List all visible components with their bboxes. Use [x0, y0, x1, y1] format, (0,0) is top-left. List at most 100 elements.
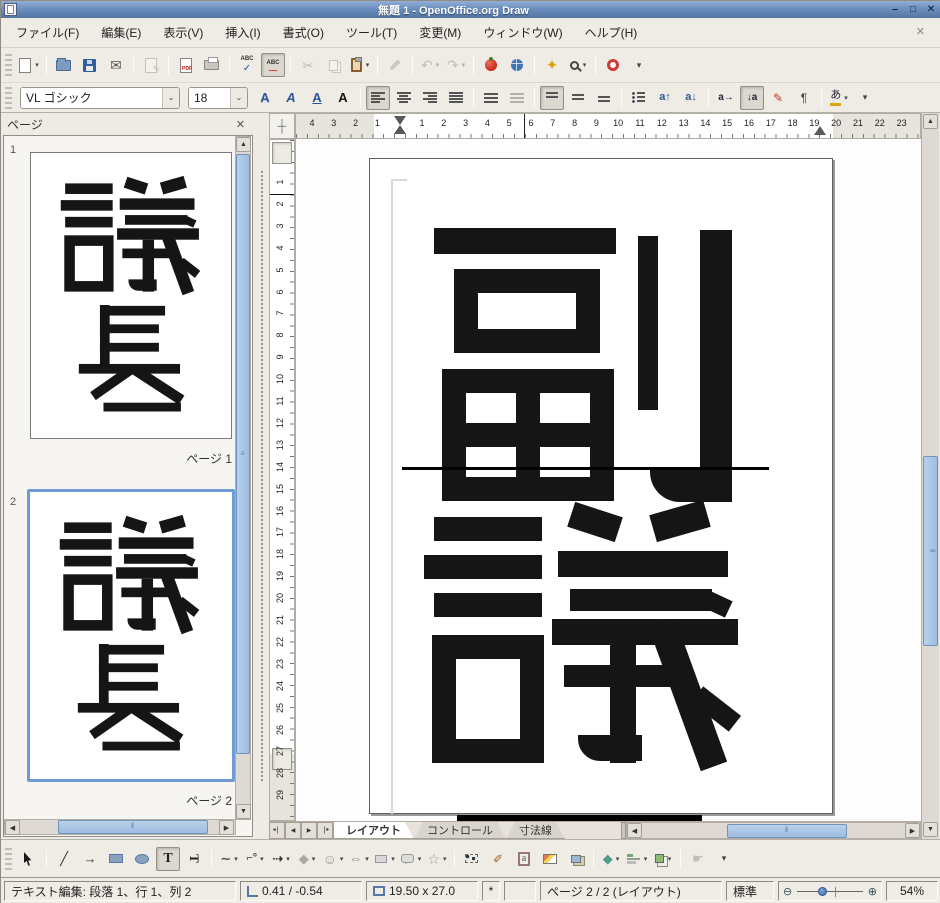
zoom-slider[interactable]: ⊖ ⊕: [778, 881, 882, 901]
scroll-up-icon[interactable]: ▲: [923, 114, 938, 129]
layer-tab-dimension-lines[interactable]: 寸法線: [506, 822, 565, 839]
fmt-align-right-button[interactable]: [418, 86, 442, 110]
std-undo-button[interactable]: ↶: [418, 53, 442, 77]
fmt-asian-phonetic-button[interactable]: あ: [827, 86, 851, 110]
toolbar-drag-handle[interactable]: [5, 54, 12, 76]
fmt-toolbar-options-button[interactable]: ▾: [853, 86, 877, 110]
std-save-button[interactable]: [78, 53, 102, 77]
fmt-italic-button[interactable]: A: [279, 86, 303, 110]
indent-marker-origin[interactable]: [394, 116, 406, 134]
size-field[interactable]: 19.50 x 27.0: [366, 881, 478, 901]
draw-text-button[interactable]: T: [156, 847, 180, 871]
close-icon[interactable]: ✕: [232, 118, 249, 131]
std-new-document-button[interactable]: [17, 53, 41, 77]
scroll-down-icon[interactable]: ▼: [236, 804, 251, 819]
fmt-paragraph-spacing-increase-button[interactable]: [479, 86, 503, 110]
fmt-character-dialog-button[interactable]: ✎: [766, 86, 790, 110]
font-size-combo[interactable]: ⌄: [188, 87, 248, 109]
menu-tools[interactable]: ツール(T): [337, 20, 406, 45]
drawing-canvas[interactable]: 副 議: [295, 139, 921, 821]
page-info-field[interactable]: ページ 2 / 2 (レイアウト): [540, 881, 722, 901]
draw-lines-arrows-button[interactable]: ⇢: [269, 847, 293, 871]
last-page-button[interactable]: ▕⯈: [317, 822, 333, 839]
fmt-font-color-button[interactable]: A: [331, 86, 355, 110]
scroll-left-icon[interactable]: ◀: [627, 823, 642, 838]
std-spellcheck-button[interactable]: ABC: [235, 53, 259, 77]
draw-rectangle-button[interactable]: [104, 847, 128, 871]
close-button[interactable]: ✕: [923, 2, 939, 17]
panel-scrollbar-thumb[interactable]: ≡: [236, 154, 250, 754]
fmt-valign-bottom-button[interactable]: [592, 86, 616, 110]
draw-edit-points-button[interactable]: [460, 847, 484, 871]
std-hyperlink-button[interactable]: [505, 53, 529, 77]
draw-select-button[interactable]: [17, 847, 41, 871]
draw-arrow-button[interactable]: →: [78, 847, 102, 871]
ruler-corner[interactable]: ┼: [269, 113, 295, 139]
std-print-button[interactable]: [200, 53, 224, 77]
font-size-input[interactable]: [189, 88, 230, 108]
menu-view[interactable]: 表示(V): [154, 20, 212, 45]
edit-status-field[interactable]: テキスト編集: 段落 1、行 1、列 2: [4, 881, 236, 901]
font-name-combo[interactable]: ⌄: [20, 87, 180, 109]
scroll-left-icon[interactable]: ◀: [5, 820, 20, 835]
zoom-in-icon[interactable]: ⊕: [868, 885, 877, 898]
chevron-down-icon[interactable]: ⌄: [162, 88, 179, 108]
menu-format[interactable]: 書式(O): [274, 20, 333, 45]
draw-arrange-button[interactable]: [651, 847, 675, 871]
draw-curve-button[interactable]: ∼: [217, 847, 241, 871]
layer-tab-layout[interactable]: レイアウト: [333, 822, 414, 839]
draw-ellipse-button[interactable]: [130, 847, 154, 871]
menu-help[interactable]: ヘルプ(H): [576, 20, 647, 45]
std-zoom-button[interactable]: [566, 53, 590, 77]
fmt-text-direction-horizontal-button[interactable]: a→: [714, 86, 738, 110]
first-page-button[interactable]: ⯇▏: [269, 822, 285, 839]
toolbar-drag-handle[interactable]: [5, 87, 12, 109]
canvas-hscrollbar-thumb[interactable]: ⦀: [727, 824, 847, 838]
zoom-percentage[interactable]: 54%: [886, 881, 938, 901]
scroll-right-icon[interactable]: ▶: [905, 823, 920, 838]
std-copy-button[interactable]: [322, 53, 346, 77]
indent-marker-right[interactable]: [814, 126, 826, 135]
canvas-vscrollbar-thumb[interactable]: ⦀: [923, 456, 938, 646]
std-cut-button[interactable]: ✂: [296, 53, 320, 77]
position-field[interactable]: 0.41 / -0.54: [240, 881, 362, 901]
fmt-align-left-button[interactable]: [366, 86, 390, 110]
draw-glue-points-button[interactable]: ✐: [486, 847, 510, 871]
vertical-ruler[interactable]: 1234567891011121314151617181920212223242…: [269, 139, 295, 821]
canvas-vertical-scrollbar[interactable]: ▲ ⦀ ▼: [921, 113, 939, 839]
fmt-underline-button[interactable]: A: [305, 86, 329, 110]
fmt-increase-font-button[interactable]: a↑: [653, 86, 677, 110]
draw-basic-shapes-button[interactable]: ◆: [295, 847, 319, 871]
draw-gallery-images-button[interactable]: [564, 847, 588, 871]
draw-stars-button[interactable]: ☆: [425, 847, 449, 871]
draw-symbol-shapes-button[interactable]: ☺: [321, 847, 345, 871]
draw-interaction-button[interactable]: ☛: [686, 847, 710, 871]
draw-line-button[interactable]: ╱: [52, 847, 76, 871]
draw-toolbar-options-button[interactable]: ▾: [712, 847, 736, 871]
std-navigator-button[interactable]: ✦: [540, 53, 564, 77]
font-name-input[interactable]: [21, 88, 162, 108]
std-redo-button[interactable]: ↷: [444, 53, 468, 77]
draw-block-arrows-button[interactable]: ⇔: [347, 847, 371, 871]
draw-vertical-text-button[interactable]: T: [182, 847, 206, 871]
indent-marker-top[interactable]: [272, 142, 292, 164]
page-2-thumbnail[interactable]: 議長: [27, 489, 235, 782]
fmt-align-justify-button[interactable]: [444, 86, 468, 110]
title-bar[interactable]: 無題 1 - OpenOffice.org Draw – □ ✕: [1, 1, 940, 18]
fmt-align-center-button[interactable]: [392, 86, 416, 110]
menu-file[interactable]: ファイル(F): [7, 20, 88, 45]
close-document-button[interactable]: ✕: [908, 25, 933, 38]
horizontal-ruler[interactable]: 4321 12345678910111213141516171819202122…: [295, 113, 921, 139]
minimize-button[interactable]: –: [887, 2, 903, 17]
page-1-thumbnail[interactable]: 議長: [30, 152, 232, 439]
std-help-button[interactable]: [601, 53, 625, 77]
fmt-text-direction-vertical-button[interactable]: ↓a: [740, 86, 764, 110]
scroll-up-icon[interactable]: ▲: [236, 137, 251, 152]
layer-tab-controls[interactable]: コントロール: [414, 822, 506, 839]
menu-window[interactable]: ウィンドウ(W): [474, 20, 571, 45]
draw-fontwork-button[interactable]: a: [512, 847, 536, 871]
menu-modify[interactable]: 変更(M): [410, 20, 470, 45]
draw-from-file-button[interactable]: [538, 847, 562, 871]
panel-splitter[interactable]: [255, 113, 269, 839]
fmt-valign-center-button[interactable]: [566, 86, 590, 110]
